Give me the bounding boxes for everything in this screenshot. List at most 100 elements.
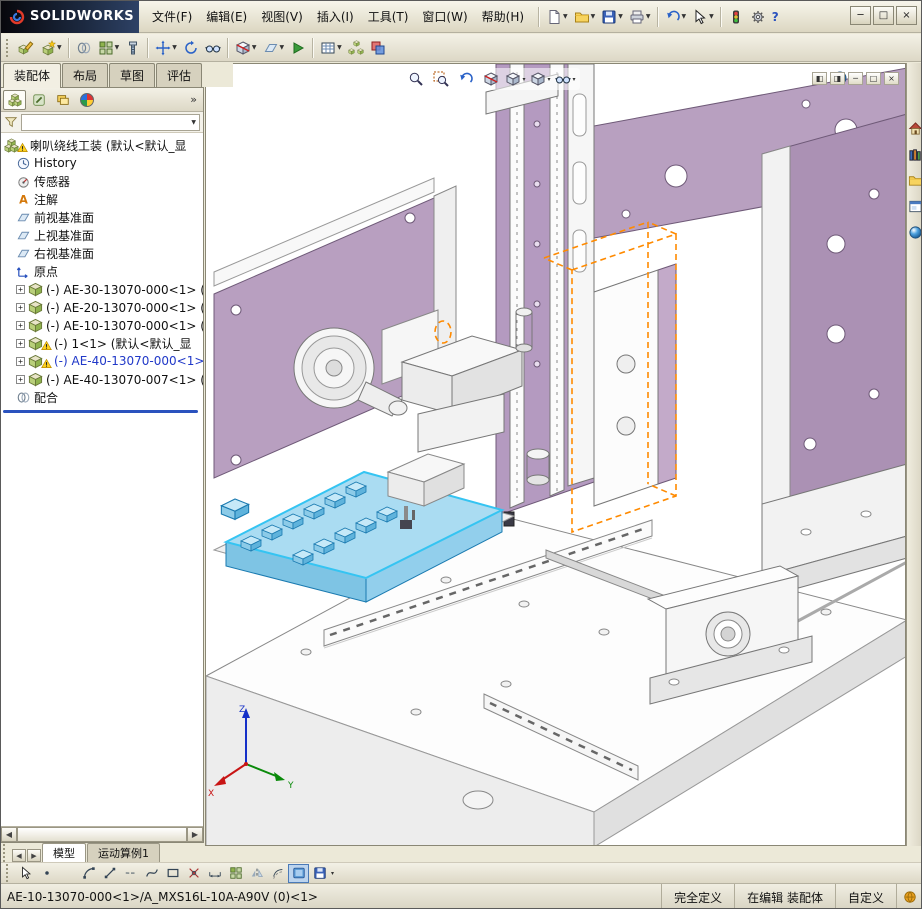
- tree-item-component[interactable]: + (-) AE-20-13070-000<1> (默: [1, 298, 203, 316]
- dropdown-arrow-icon[interactable]: ▾: [547, 76, 550, 83]
- custom-status[interactable]: 自定义: [834, 884, 896, 908]
- filter-circle-button[interactable]: [57, 864, 78, 883]
- insert-components-button[interactable]: ▼: [37, 35, 65, 61]
- trim-entities-button[interactable]: [183, 864, 204, 883]
- doc-split-left-icon[interactable]: ◧: [812, 72, 827, 85]
- smart-fasteners-button[interactable]: [122, 35, 144, 61]
- 3d-assembly-model[interactable]: Z X Y: [206, 64, 906, 846]
- tree-item-component-edited[interactable]: + (-) AE-40-13070-000<1>: [1, 352, 203, 370]
- toolbar-flyout-arrow-icon[interactable]: ▾: [331, 870, 334, 877]
- view-orientation-button[interactable]: ▾: [504, 69, 527, 89]
- dropdown-arrow-icon[interactable]: ▾: [522, 76, 525, 83]
- mirror-entities-button[interactable]: [246, 864, 267, 883]
- minimize-button[interactable]: ─: [850, 6, 871, 25]
- mate-button[interactable]: [73, 35, 95, 61]
- options-button[interactable]: [747, 5, 769, 29]
- dropdown-arrow-icon[interactable]: ▼: [591, 13, 596, 20]
- zoom-to-area-button[interactable]: [429, 69, 452, 89]
- component-pattern-button[interactable]: ▼: [95, 35, 123, 61]
- dropdown-arrow-icon[interactable]: ▼: [280, 44, 285, 51]
- tree-item-component[interactable]: + (-) AE-10-13070-000<1> (默: [1, 316, 203, 334]
- selected-plate[interactable]: [593, 263, 677, 507]
- tab-sketch[interactable]: 草图: [109, 63, 156, 87]
- design-library-icon[interactable]: [908, 147, 922, 162]
- doc-restore-button[interactable]: □: [866, 72, 881, 85]
- menu-view[interactable]: 视图(V): [254, 4, 310, 29]
- filter-select-button[interactable]: [15, 864, 36, 883]
- sketch-spline-button[interactable]: [141, 864, 162, 883]
- menu-tools[interactable]: 工具(T): [361, 4, 416, 29]
- tree-item-origin[interactable]: 原点: [1, 262, 203, 280]
- featuremanager-tree-tab[interactable]: [3, 89, 26, 110]
- menu-file[interactable]: 文件(F): [145, 4, 199, 29]
- file-explorer-icon[interactable]: [908, 173, 922, 188]
- toolbar-grip[interactable]: [6, 864, 11, 882]
- filter-vertices-button[interactable]: [36, 864, 57, 883]
- menu-insert[interactable]: 插入(I): [310, 4, 361, 29]
- appearances-icon[interactable]: [908, 225, 922, 240]
- scroll-left-icon[interactable]: ◀: [1, 827, 17, 842]
- dropdown-arrow-icon[interactable]: ▼: [618, 13, 623, 20]
- dropdown-arrow-icon[interactable]: ▼: [172, 44, 177, 51]
- panel-overflow-chevrons[interactable]: »: [190, 93, 201, 106]
- dropdown-arrow-icon[interactable]: ▼: [115, 44, 120, 51]
- menu-edit[interactable]: 编辑(E): [199, 4, 254, 29]
- expand-icon[interactable]: +: [16, 356, 25, 366]
- tree-item-mates[interactable]: 配合: [1, 388, 203, 406]
- expand-icon[interactable]: +: [16, 338, 25, 348]
- zoom-to-fit-button[interactable]: [404, 69, 427, 89]
- tree-item-assembly-root[interactable]: 喇叭绕线工装 (默认<默认_显: [1, 136, 203, 154]
- tree-item-front-plane[interactable]: 前视基准面: [1, 208, 203, 226]
- tab-motion-study-1[interactable]: 运动算例1: [87, 843, 160, 862]
- view-palette-icon[interactable]: [908, 199, 922, 214]
- tree-horizontal-scrollbar[interactable]: ◀ ▶: [1, 826, 203, 842]
- rollback-bar[interactable]: [3, 410, 198, 413]
- toolbar-grip[interactable]: [6, 38, 11, 57]
- doc-minimize-button[interactable]: ─: [848, 72, 863, 85]
- undo-button[interactable]: ▼: [662, 5, 690, 29]
- filter-funnel-icon[interactable]: [4, 115, 18, 129]
- previous-view-button[interactable]: [454, 69, 477, 89]
- hide-show-items-button[interactable]: ▾: [554, 69, 577, 89]
- tab-evaluate[interactable]: 评估: [156, 63, 203, 87]
- propertymanager-tab[interactable]: [27, 90, 50, 110]
- maximize-button[interactable]: □: [873, 6, 894, 25]
- close-button[interactable]: ×: [896, 6, 917, 25]
- interference-detection-button[interactable]: [367, 35, 389, 61]
- save-button-small[interactable]: [309, 864, 330, 883]
- sketch-line-button[interactable]: [99, 864, 120, 883]
- expand-icon[interactable]: +: [16, 320, 25, 330]
- open-button[interactable]: ▼: [571, 5, 599, 29]
- dropdown-arrow-icon[interactable]: ▼: [57, 44, 62, 51]
- expand-icon[interactable]: +: [16, 284, 25, 294]
- reference-geometry-button[interactable]: ▼: [260, 35, 288, 61]
- tree-item-annotations[interactable]: 注解: [1, 190, 203, 208]
- tree-item-component[interactable]: + (-) AE-40-13070-007<1> (默: [1, 370, 203, 388]
- expand-icon[interactable]: +: [16, 302, 25, 312]
- scrollbar-thumb[interactable]: [17, 827, 187, 842]
- doc-close-button[interactable]: ×: [884, 72, 899, 85]
- sketch-rectangle-button[interactable]: [162, 864, 183, 883]
- tree-item-component[interactable]: + (-) 1<1> (默认<默认_显: [1, 334, 203, 352]
- new-document-button[interactable]: ▼: [543, 5, 571, 29]
- linear-pattern-button[interactable]: [225, 864, 246, 883]
- sketch-arc-button[interactable]: [78, 864, 99, 883]
- tree-item-component[interactable]: + (-) AE-30-13070-000<1> (默: [1, 280, 203, 298]
- assembly-features-button[interactable]: ▼: [232, 35, 260, 61]
- select-button[interactable]: ▼: [689, 5, 717, 29]
- new-motion-study-button[interactable]: [287, 35, 309, 61]
- tree-item-right-plane[interactable]: 右视基准面: [1, 244, 203, 262]
- display-style-button[interactable]: ▾: [529, 69, 552, 89]
- bill-of-materials-button[interactable]: ▼: [317, 35, 345, 61]
- tree-item-history[interactable]: History: [1, 154, 203, 172]
- dropdown-arrow-icon[interactable]: ▾: [572, 76, 575, 83]
- dropdown-arrow-icon[interactable]: ▼: [337, 44, 342, 51]
- dropdown-arrow-icon[interactable]: ▼: [682, 13, 687, 20]
- doc-split-right-icon[interactable]: ◨: [830, 72, 845, 85]
- dropdown-arrow-icon[interactable]: ▼: [252, 44, 257, 51]
- save-button[interactable]: ▼: [598, 5, 626, 29]
- exploded-view-button[interactable]: [345, 35, 367, 61]
- dropdown-arrow-icon[interactable]: ▼: [191, 119, 196, 126]
- quick-tips-segment[interactable]: [896, 884, 921, 908]
- rotate-component-button[interactable]: [180, 35, 202, 61]
